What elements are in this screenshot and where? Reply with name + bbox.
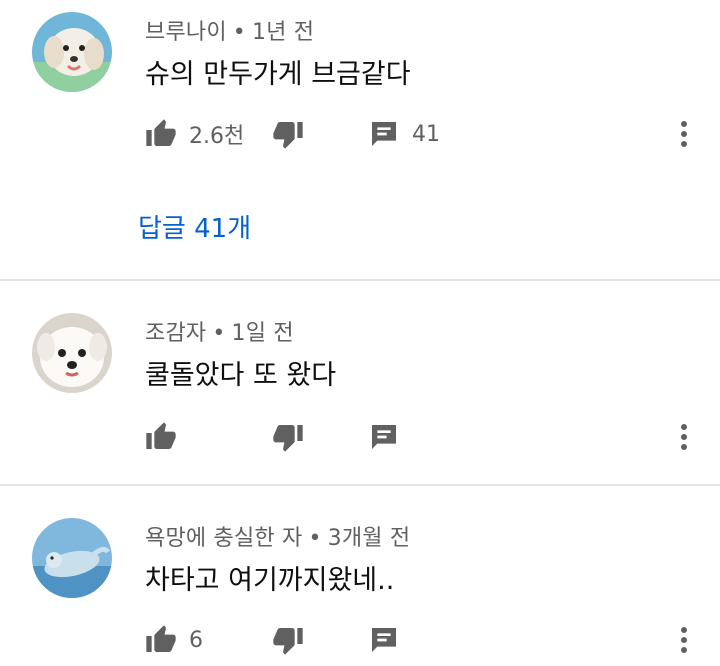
comment-item: 브루나이 • 1년 전 슈의 만두가게 브금같다 2.6천 41 답글 41개 [0,0,720,280]
reply-button[interactable]: 41 [368,114,440,154]
like-button[interactable]: 6 [145,620,203,660]
thumbs-up-icon [146,422,176,449]
comment-text: 차타고 여기까지왔네.. [145,565,395,596]
thumbs-down-icon [273,122,303,149]
comment-item: 조감자 • 1일 전 쿨돌았다 또 왔다 [0,281,720,485]
comment-actions: 6 [0,620,720,660]
comment-meta: 브루나이 • 1년 전 [145,14,314,46]
puppy-avatar-icon[interactable] [32,12,112,92]
like-button[interactable] [145,417,177,457]
author-name[interactable]: 조감자 [145,321,206,346]
dislike-button[interactable] [272,114,304,154]
comment-icon [372,122,396,146]
comment-text: 쿨돌았다 또 왔다 [145,360,337,391]
thumbs-up-icon [146,625,176,652]
like-count: 2.6천 [189,124,245,149]
seal-avatar-icon[interactable] [32,518,112,598]
dislike-button[interactable] [272,417,304,457]
reply-button[interactable] [368,620,400,660]
more-options-icon[interactable] [672,118,696,150]
comment-actions [0,417,720,457]
view-replies-link[interactable]: 답글 41개 [138,208,251,245]
comment-time: 1년 전 [251,20,315,45]
meta-separator: • [308,526,322,551]
comment-icon [372,425,396,449]
author-name[interactable]: 브루나이 [145,20,227,45]
more-options-icon[interactable] [672,421,696,453]
meta-separator: • [212,321,226,346]
dislike-button[interactable] [272,620,304,660]
like-count: 6 [189,627,203,653]
reply-button[interactable] [368,417,400,457]
thumbs-down-icon [273,425,303,452]
comment-time: 1일 전 [231,321,294,346]
reply-count: 41 [412,121,440,147]
comment-text: 슈의 만두가게 브금같다 [145,59,411,90]
comment-time: 3개월 전 [327,526,411,551]
more-options-icon[interactable] [672,624,696,656]
comment-icon [372,628,396,652]
thumbs-down-icon [273,628,303,655]
comment-meta: 욕망에 충실한 자 • 3개월 전 [145,520,410,552]
comment-meta: 조감자 • 1일 전 [145,315,294,347]
comment-actions: 2.6천 41 [0,114,720,154]
white-dog-avatar-icon[interactable] [32,313,112,393]
meta-separator: • [232,20,246,45]
like-button[interactable]: 2.6천 [145,114,244,154]
comment-item: 욕망에 충실한 자 • 3개월 전 차타고 여기까지왔네.. 6 [0,486,720,666]
author-name[interactable]: 욕망에 충실한 자 [145,526,302,551]
thumbs-up-icon [146,119,176,146]
